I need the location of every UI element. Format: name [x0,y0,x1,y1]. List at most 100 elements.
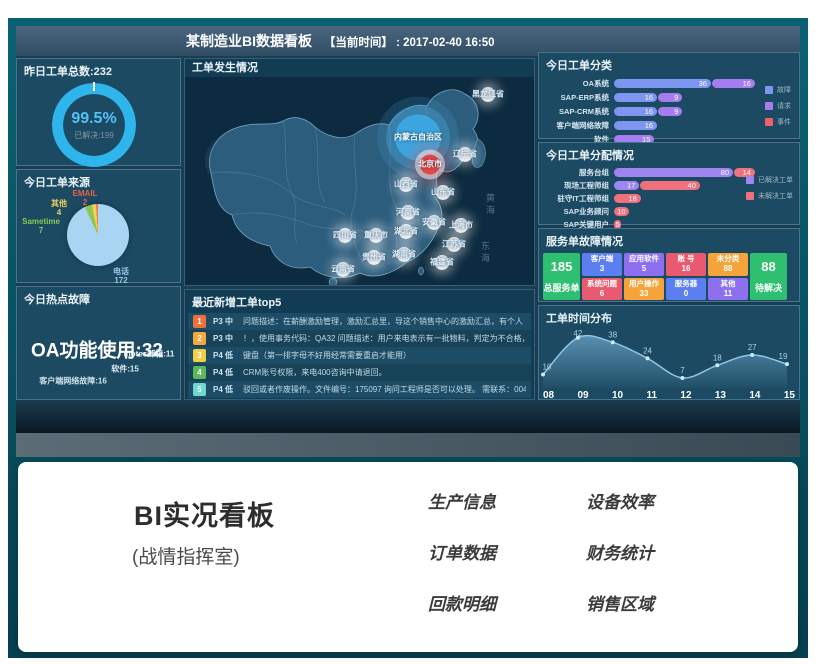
pie-slice-value: 7 [22,226,60,235]
bar-segment: 40 [640,181,700,190]
legend-label: 已解决工单 [758,175,793,185]
map-bubble: 湖南省 [392,249,416,260]
sea-label: 黄海 [484,193,497,217]
screen-bottom-strip [16,433,800,457]
map-bubble-label: 湖南省 [392,249,416,260]
tile-value: 0 [684,289,688,299]
tile-label: 应用软件 [629,254,659,264]
pie-slice-name: EMAIL [73,189,98,198]
tile-value: 11 [724,289,732,299]
classification-legend: 故障请求事件 [765,85,791,127]
bar-label: SAP-CRM系统 [539,106,614,117]
time-chart-value: 38 [608,330,617,339]
time-chart-value: 24 [643,346,652,355]
panel-ticket-classification: 今日工单分类 OA系统3616SAP-ERP系统169SAP-CRM系统169客… [538,52,800,139]
page: 某制造业BI数据看板 【当前时间】 : 2017-02-40 16:50 昨日工… [0,0,816,664]
pie-slice-value: 4 [51,208,67,217]
panel-time-distribution: 工单时间分布 104238247182719 0809101112131415 [538,305,800,400]
bar-track: 169 [614,93,683,102]
map-bubble: 云南省 [331,264,355,275]
map-bubble-label: 福建省 [430,257,454,268]
tile-value: 3 [600,264,604,274]
pie-slice-label: EMAIL2 [73,189,98,207]
fault-word-cloud: OA功能使用:32Inotes邮箱:11软件:15客户端网络故障:16 [17,287,180,399]
legend-swatch-icon [765,86,773,94]
tile-value: 5 [642,264,646,274]
map-bubble: 湖北省 [394,226,418,237]
map-bubble-label: 江苏省 [442,239,466,250]
ticket-text: CRM账号权限，来电400咨询中请退回。 [243,367,526,378]
card-title: BI实况看板 [134,494,275,533]
resolved-gauge-chart: 99.5% 已解决:199 [52,83,136,167]
map-bubble: 山西省 [394,179,418,190]
map-bubble-label: 河南省 [396,207,420,218]
fault-tile: 服务器0 [666,278,706,301]
time-chart-point [785,362,789,366]
bar-segment: 36 [614,79,711,88]
info-card: BI实况看板 (战情指挥室) 生产信息设备效率订单数据财务统计回款明细销售区域 [18,462,798,652]
fault-tile: 客户端3 [582,253,622,276]
tile-label: 账 号 [677,254,694,264]
feature-list: 生产信息设备效率订单数据财务统计回款明细销售区域 [428,488,744,615]
bar-track: 169 [614,107,683,116]
fault-tile-grid: 客户端3应用软件5账 号16未分类88系统问题6用户操作33服务器0其他11 [582,253,748,300]
bar-label: 服务台组 [539,167,614,178]
map-bubble-label: 云南省 [331,264,355,275]
panel-title: 最近新增工单top5 [185,290,534,312]
bar-label: SAP业务顾问 [539,206,614,217]
legend-label: 未解决工单 [758,191,793,201]
tile-label: 服务器 [675,279,698,289]
map-bubble-label: 辽宁省 [453,149,477,160]
feature-item: 销售区域 [586,590,744,615]
map-bubble: 江苏省 [442,239,466,250]
panel-title: 今日工单分配情况 [539,143,799,165]
panel-title: 昨日工单总数:232 [17,59,180,81]
map-bubble: 重庆市 [364,230,388,241]
time-chart-point [541,373,545,377]
bar-label: SAP-ERP系统 [539,92,614,103]
bar-row: SAP-ERP系统169 [539,90,799,104]
bar-segment: 18 [614,194,641,203]
bar-segment: 9 [658,93,682,102]
map-bubble: 四川省 [333,230,357,241]
map-bubble: 福建省 [430,257,454,268]
time-chart-value: 42 [573,329,582,338]
rank-badge: 1 [193,315,206,328]
panel-fault-tiles: 服务单故障情况 185总服务单客户端3应用软件5账 号16未分类88系统问题6用… [538,228,800,302]
fault-tile: 其他11 [708,278,748,301]
tile-value: 16 [682,264,691,274]
map-bubble-label: 山东省 [431,187,455,198]
fault-word: 客户端网络故障:16 [39,376,107,387]
tile-label: 总服务单 [543,281,579,294]
legend-item: 已解决工单 [746,175,793,185]
feature-item: 订单数据 [428,539,586,564]
panel-title: 服务单故障情况 [539,229,799,251]
map-bubble: 黑龙江省 [472,89,504,100]
priority-label: P4 低 [213,384,243,395]
rank-badge: 2 [193,332,206,345]
china-map: 黑龙江省内蒙古自治区北京市辽宁省山西省山东省河南省安徽省上海市江苏省湖北省四川省… [185,77,534,285]
bar-track: 3616 [614,79,756,88]
map-bubble-label: 黑龙江省 [472,89,504,100]
legend-swatch-icon [765,102,773,110]
bar-row: OA系统3616 [539,76,799,90]
legend-item: 事件 [765,117,791,127]
bar-label: 现场工程师组 [539,180,614,191]
feature-item: 设备效率 [586,488,744,513]
top5-row: 1P3 中问题描述：在薪酬激励管理，激励汇总里，导这个销售中心的激励汇总，有个人… [188,313,531,330]
top5-row: 2P3 中！，使用事务代码：QA32 问题描述：用户来电表示有一批物料，判定为不… [188,330,531,347]
map-bubble-label: 上海市 [449,220,473,231]
bar-segment: 16 [614,107,657,116]
legend-swatch-icon [765,118,773,126]
bar-segment: 9 [658,107,682,116]
legend-item: 故障 [765,85,791,95]
map-bubble: 安徽省 [422,217,446,228]
panel-title: 工单时间分布 [539,306,799,328]
bar-label: OA系统 [539,78,614,89]
source-pie-chart: EMAIL2其他4Sametime7电话172 [17,170,180,282]
priority-label: P4 低 [213,367,243,378]
panel-title: 今日工单分类 [539,53,799,75]
tile-value: 185 [551,259,573,274]
pie-slice-name: Sametime [22,217,60,226]
legend-swatch-icon [746,192,754,200]
